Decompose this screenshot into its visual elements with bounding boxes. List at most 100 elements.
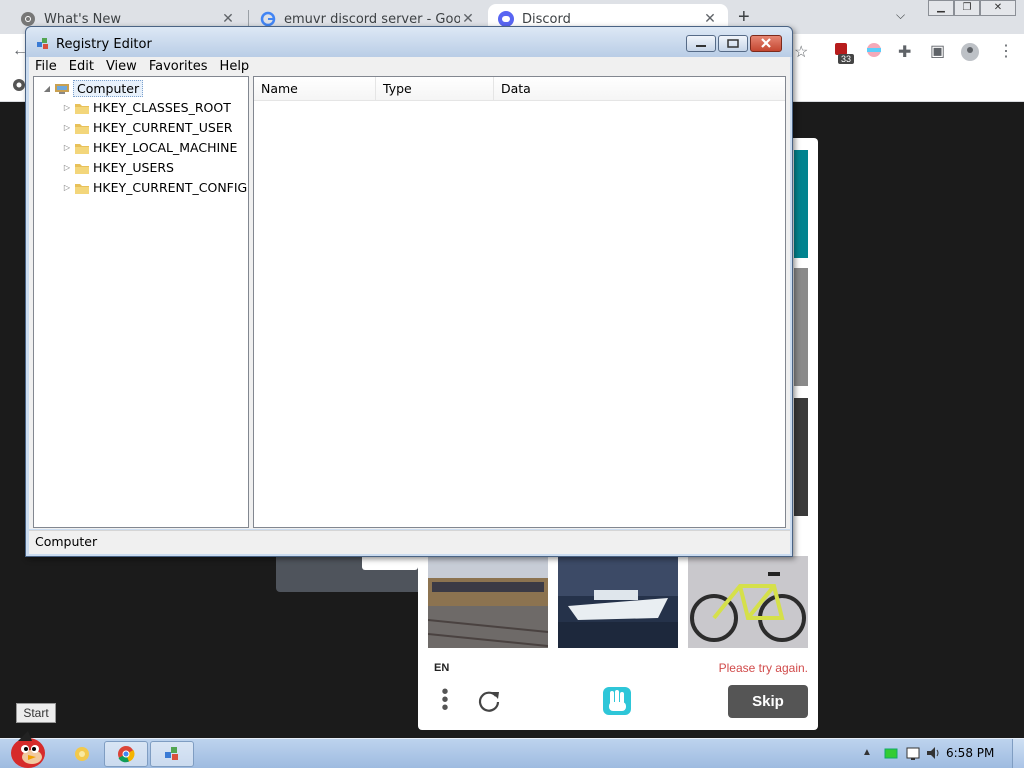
status-bar: Computer [29, 530, 790, 554]
discord-dialog-button[interactable] [362, 556, 418, 570]
close-window-button[interactable]: ✕ [980, 0, 1016, 16]
expand-arrow-icon[interactable]: ▷ [62, 163, 72, 172]
refresh-icon[interactable] [476, 688, 502, 714]
menu-file[interactable]: File [29, 59, 63, 74]
tree-label: HKEY_LOCAL_MACHINE [93, 140, 238, 155]
yacht-image [558, 556, 678, 648]
chrome-icon [118, 746, 135, 763]
tree-node-hive[interactable]: ▷ HKEY_CURRENT_USER [62, 120, 233, 135]
folder-icon [75, 143, 89, 154]
tree-node-computer[interactable]: ◢ Computer [42, 80, 144, 97]
window-title: Registry Editor [56, 37, 152, 52]
column-name[interactable]: Name [254, 77, 376, 101]
star-icon[interactable]: ☆ [794, 42, 808, 62]
profile-icon[interactable] [960, 42, 980, 62]
close-icon[interactable]: ✕ [702, 11, 718, 27]
system-clock[interactable]: 6:58 PM [946, 746, 994, 760]
language-selector[interactable]: EN [434, 662, 449, 674]
tree-node-hive[interactable]: ▷ HKEY_CLASSES_ROOT [62, 100, 231, 115]
list-header: Name Type Data [254, 77, 785, 101]
tree-label: HKEY_CURRENT_USER [93, 120, 233, 135]
expand-arrow-icon[interactable]: ▷ [62, 123, 72, 132]
captcha-image-train[interactable] [428, 556, 548, 648]
discord-icon [498, 11, 514, 27]
tab-title: Discord [522, 11, 571, 27]
kebab-menu-icon[interactable]: ⋮ [998, 41, 1014, 61]
column-type[interactable]: Type [376, 77, 494, 101]
collapse-arrow-icon[interactable]: ◢ [42, 84, 52, 93]
folder-icon [75, 747, 89, 761]
taskbar: ▲ 6:58 PM [0, 731, 1024, 768]
menu-help[interactable]: Help [214, 59, 256, 74]
captcha-image-tile[interactable] [794, 398, 808, 516]
tree-label: HKEY_USERS [93, 160, 174, 175]
captcha-image-boat[interactable] [558, 556, 678, 648]
computer-icon [55, 83, 69, 94]
google-icon [260, 11, 276, 27]
folder-icon [75, 183, 89, 194]
folder-icon [75, 123, 89, 134]
menu-dots-icon[interactable]: • • • [438, 682, 452, 718]
menu-view[interactable]: View [100, 59, 143, 74]
close-button[interactable] [750, 35, 782, 52]
folder-icon [75, 163, 89, 174]
menu-edit[interactable]: Edit [63, 59, 100, 74]
tab-title: What's New [44, 11, 121, 27]
expand-arrow-icon[interactable]: ▷ [62, 103, 72, 112]
bicycle-image [688, 556, 808, 648]
restore-icon [727, 39, 739, 48]
tree-label: HKEY_CURRENT_CONFIG [93, 180, 248, 195]
battery-icon[interactable] [884, 746, 898, 760]
menu-bar: File Edit View Favorites Help [29, 57, 790, 76]
captcha-image-bicycle[interactable] [688, 556, 808, 648]
minimize-button[interactable]: ▁ [928, 0, 954, 16]
close-icon[interactable]: ✕ [220, 11, 236, 27]
sidepanel-icon[interactable]: ▣ [930, 41, 945, 61]
taskbar-chrome[interactable] [104, 741, 148, 767]
network-icon[interactable] [906, 746, 920, 760]
column-data[interactable]: Data [494, 77, 784, 101]
folder-icon [75, 103, 89, 114]
chrome-icon [21, 12, 35, 26]
maximize-button[interactable] [718, 35, 748, 52]
regedit-icon [37, 38, 48, 49]
expand-arrow-icon[interactable]: ▷ [62, 143, 72, 152]
captcha-error-message: Please try again. [718, 661, 808, 675]
skip-button[interactable]: Skip [728, 685, 808, 718]
registry-editor-window: Registry Editor File Edit View Favorites… [25, 26, 793, 557]
train-image [428, 556, 548, 648]
taskbar-regedit[interactable] [150, 741, 194, 767]
start-tooltip: Start [16, 703, 56, 723]
captcha-header [794, 150, 808, 258]
tree-label: HKEY_CLASSES_ROOT [93, 100, 231, 115]
extension-badge: 33 [838, 54, 855, 64]
chrome-icon[interactable] [12, 78, 26, 92]
restore-button[interactable]: ❐ [954, 0, 980, 16]
puzzle-icon[interactable]: ✚ [898, 42, 911, 62]
chevron-down-icon[interactable]: ⌵ [896, 8, 905, 23]
hcaptcha-logo-icon [603, 687, 631, 715]
close-icon[interactable]: ✕ [460, 11, 476, 27]
tab-title: emuvr discord server - Google [284, 11, 460, 27]
taskbar-explorer[interactable] [60, 741, 104, 767]
tree-label: Computer [73, 80, 144, 97]
editor-body: ◢ Computer ▷ HKEY_CLASSES_ROOT ▷ HKEY_CU… [29, 76, 790, 529]
tree-node-hive[interactable]: ▷ HKEY_CURRENT_CONFIG [62, 180, 247, 195]
tree-node-hive[interactable]: ▷ HKEY_USERS [62, 160, 174, 175]
minimize-icon [696, 45, 706, 47]
title-bar[interactable]: Registry Editor [26, 27, 792, 57]
show-desktop-button[interactable] [1012, 739, 1024, 768]
menu-favorites[interactable]: Favorites [143, 59, 214, 74]
minimize-button[interactable] [686, 35, 716, 52]
expand-arrow-icon[interactable]: ▷ [62, 183, 72, 192]
captcha-image-tile[interactable] [794, 268, 808, 386]
tree-node-hive[interactable]: ▷ HKEY_LOCAL_MACHINE [62, 140, 238, 155]
key-tree: ◢ Computer ▷ HKEY_CLASSES_ROOT ▷ HKEY_CU… [33, 76, 249, 528]
regedit-icon [165, 747, 178, 760]
values-list: Name Type Data [253, 76, 786, 528]
start-button-icon[interactable] [4, 729, 52, 768]
close-icon [761, 38, 771, 48]
tray-expand-icon[interactable]: ▲ [862, 747, 872, 758]
volume-icon[interactable] [926, 746, 940, 760]
extension-flag-icon[interactable] [866, 42, 882, 58]
